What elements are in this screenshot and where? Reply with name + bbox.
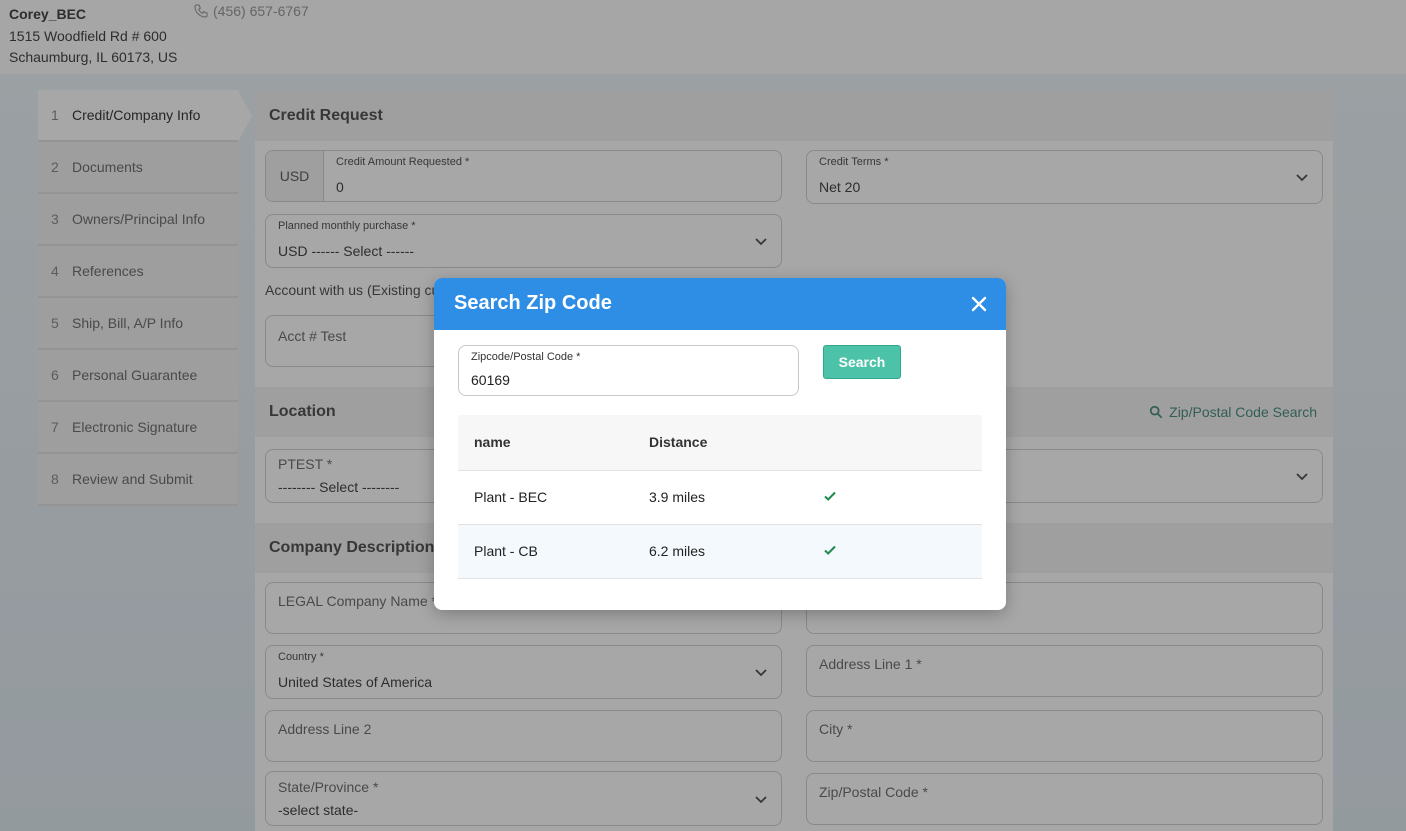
table-header-row: name Distance: [458, 415, 982, 471]
zipcode-input-field[interactable]: Zipcode/Postal Code *: [458, 345, 799, 396]
row-name: Plant - CB: [458, 524, 633, 579]
row-distance: 6.2 miles: [633, 524, 807, 579]
search-zip-code-modal: Search Zip Code Zipcode/Postal Code * Se…: [434, 278, 1006, 610]
column-header-select: [807, 415, 982, 471]
zipcode-input[interactable]: [471, 372, 771, 388]
modal-title: Search Zip Code: [454, 292, 612, 314]
zipcode-label: Zipcode/Postal Code *: [471, 351, 581, 363]
column-header-distance: Distance: [633, 415, 807, 471]
results-table: name Distance Plant - BEC 3.9 miles Plan…: [458, 415, 982, 579]
close-icon[interactable]: [970, 295, 988, 313]
table-row[interactable]: Plant - CB 6.2 miles: [458, 524, 982, 579]
check-icon[interactable]: [823, 489, 837, 503]
column-header-name: name: [458, 415, 633, 471]
row-select-cell[interactable]: [807, 470, 982, 525]
row-distance: 3.9 miles: [633, 470, 807, 525]
table-row[interactable]: Plant - BEC 3.9 miles: [458, 470, 982, 525]
modal-header: Search Zip Code: [434, 278, 1006, 330]
check-icon[interactable]: [823, 543, 837, 557]
search-button[interactable]: Search: [823, 345, 901, 379]
row-name: Plant - BEC: [458, 470, 633, 525]
row-select-cell[interactable]: [807, 524, 982, 579]
